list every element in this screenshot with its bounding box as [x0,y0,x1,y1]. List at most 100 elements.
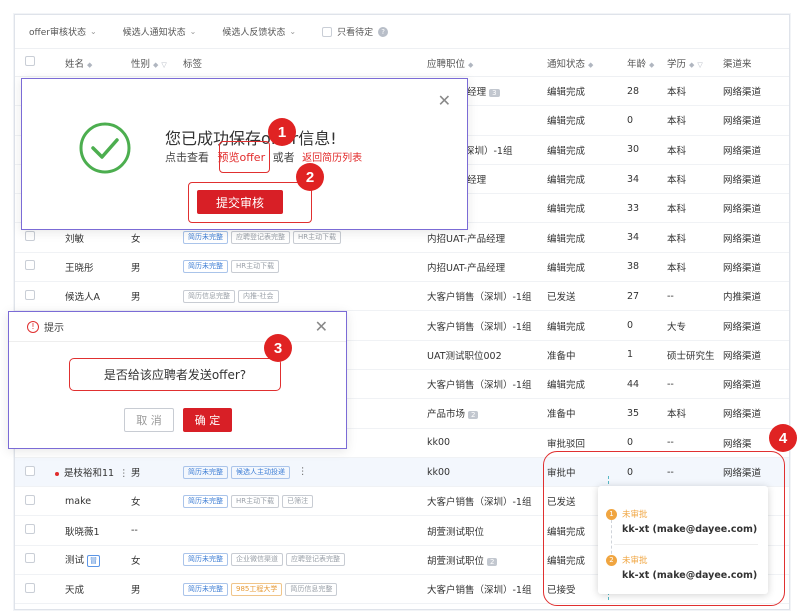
education-cell: 大专 [667,321,687,333]
pending-only-checkbox[interactable] [322,26,333,37]
candidate-tag: 简历信息完整 [183,289,235,303]
header-edu-label: 学历 [667,58,687,70]
notice-status-cell: 已发送 [547,292,576,304]
candidate-name-text: 测试 [65,555,85,567]
confirm-button[interactable]: 确 定 [183,408,232,432]
row-checkbox[interactable] [25,524,35,535]
education-cell: -- [667,290,674,302]
notice-status-cell: 编辑完成 [547,204,586,216]
candidate-name[interactable]: make [39,496,131,507]
candidate-name[interactable]: 天成 [39,582,131,596]
candidate-name[interactable]: 测试冒 [39,552,131,568]
header-tags[interactable]: 标签 [183,56,427,70]
candidate-name-text: 刘敏 [65,233,85,245]
table-row[interactable]: 候选人A 男简历信息完整 内推-社会 大客户销售（深圳）-1组 已发送 27 -- 内推渠道 [15,282,789,312]
candidate-name[interactable]: 刘敏 [39,231,131,245]
row-checkbox[interactable] [25,582,35,593]
candidate-name-text: make [65,495,92,507]
more-icon[interactable]: ⋮ [119,468,129,479]
offer-saved-dialog: ✕ 您已成功保存offer信息! 点击查看 预览offer 或者 返回简历列表 … [21,78,468,230]
job-cell: kk00 [427,467,547,478]
chevron-down-icon: ⌄ [89,27,97,36]
job-count-badge: 2 [487,557,498,566]
help-icon[interactable]: ? [378,26,389,37]
close-icon[interactable]: ✕ [315,317,328,336]
channel-cell: 内推渠道 [723,292,762,304]
job-cell: UAT测试职位002 [427,348,547,362]
job-cell: 胡萱测试职位 [427,524,547,538]
candidate-name[interactable]: 王晓彤 [39,260,131,274]
sort-icon: ◆ [689,60,695,69]
filter-funnel-icon[interactable]: ▽ [161,61,166,69]
candidate-tag: 候选人主动投递 [231,465,290,479]
candidate-name[interactable]: 候选人A [39,289,131,303]
more-icon[interactable]: ⋮ [298,466,308,479]
header-age[interactable]: 年龄 ◆ [627,56,667,70]
select-all-checkbox[interactable] [25,56,35,66]
tags-cell: 简历未完整 HR主动下载 已筛注 [183,494,427,508]
header-notice[interactable]: 通知状态 ◆ [547,56,627,70]
channel-cell: 网络渠道 [723,204,762,216]
row-checkbox[interactable] [25,231,35,242]
filter-offer-review[interactable]: offer审核状态 ⌄ [29,25,97,38]
header-gender[interactable]: 性别 ◆ ▽ [131,56,183,70]
submit-review-button[interactable]: 提交审核 [197,190,283,214]
row-checkbox[interactable] [25,260,35,271]
close-icon[interactable]: ✕ [438,91,451,110]
header-edu[interactable]: 学历 ◆ ▽ [667,56,723,70]
job-text: kk00 [427,466,451,478]
row-checkbox[interactable] [25,465,35,476]
sort-icon: ◆ [87,60,93,69]
step-marker-3: 3 [264,334,292,362]
cancel-button[interactable]: 取 消 [124,408,174,432]
candidate-tag: 应聘登记表完整 [286,553,345,567]
header-job[interactable]: 应聘职位 ◆ [427,56,547,70]
row-checkbox[interactable] [25,553,35,564]
dialog-prefix: 点击查看 [165,151,209,164]
filter-label: offer审核状态 [29,28,86,38]
table-header: 姓名 ◆ 性别 ◆ ▽ 标签 应聘职位 ◆ 通知状态 ◆ 年龄 ◆ 学历 ◆ ▽ 渠道来 [15,49,789,77]
dialog-header: ! 提示 [9,312,346,342]
education-cell: 本科 [667,204,687,216]
gender-cell: -- [131,525,138,537]
row-checkbox[interactable] [25,494,35,505]
age-cell: 34 [627,173,640,185]
row-checkbox[interactable] [25,289,35,300]
job-cell: 大客户销售（深圳）-1组 [427,319,547,333]
approver: kk-xt (make@dayee.com) [622,524,758,535]
notice-status-cell: 编辑完成 [547,380,586,392]
filter-candidate-notice[interactable]: 候选人通知状态 ⌄ [123,25,197,38]
candidate-name-text: 耿晓薇1 [65,526,100,538]
age-cell: 0 [627,437,634,449]
education-cell: 本科 [667,116,687,128]
row-checkbox-cell [15,465,39,479]
candidate-tag: HR主动下载 [293,231,342,245]
candidate-name[interactable]: 耿晓薇1 [39,524,131,538]
header-channel[interactable]: 渠道来 [723,56,783,70]
channel-cell: 网络渠道 [723,233,762,245]
filter-funnel-icon[interactable]: ▽ [697,61,702,69]
tags-cell: 简历未完整 HR主动下载 [183,260,427,274]
send-offer-confirm-dialog: ! 提示 ✕ 是否给该应聘者发送offer? 取 消 确 定 [8,311,347,449]
candidate-name-text: 王晓彤 [65,262,94,274]
education-cell: -- [667,437,674,449]
candidate-tag: 简历信息完整 [285,582,338,596]
education-cell: 本科 [667,87,687,99]
tags-cell: 简历未完整 985工程大学 简历信息完整 [183,582,427,596]
table-row[interactable]: 王晓彤男简历未完整 HR主动下载 内招UAT-产品经理 编辑完成 38 本科 网络渠道 [15,253,789,283]
pending-only-label: 只看待定 [337,28,374,38]
notice-status-cell: 编辑完成 [547,116,586,128]
header-age-label: 年龄 [627,58,647,70]
pending-only-toggle[interactable]: 只看待定 ? [322,25,389,38]
notice-status-cell: 编辑完成 [547,233,586,245]
header-name[interactable]: 姓名 ◆ [39,56,131,70]
channel-cell: 网络渠道 [723,116,762,128]
candidate-name[interactable]: 是枝裕和11 ⋮ [39,465,131,479]
channel-cell: 网络渠道 [723,350,762,362]
channel-cell: 网络渠道 [723,87,762,99]
candidate-tag: HR主动下载 [231,260,280,274]
filter-candidate-feedback[interactable]: 候选人反馈状态 ⌄ [222,25,296,38]
job-count-badge: 2 [468,411,479,420]
row-checkbox-cell [15,260,39,273]
job-cell: 大客户销售（深圳）-1组 [427,377,547,391]
